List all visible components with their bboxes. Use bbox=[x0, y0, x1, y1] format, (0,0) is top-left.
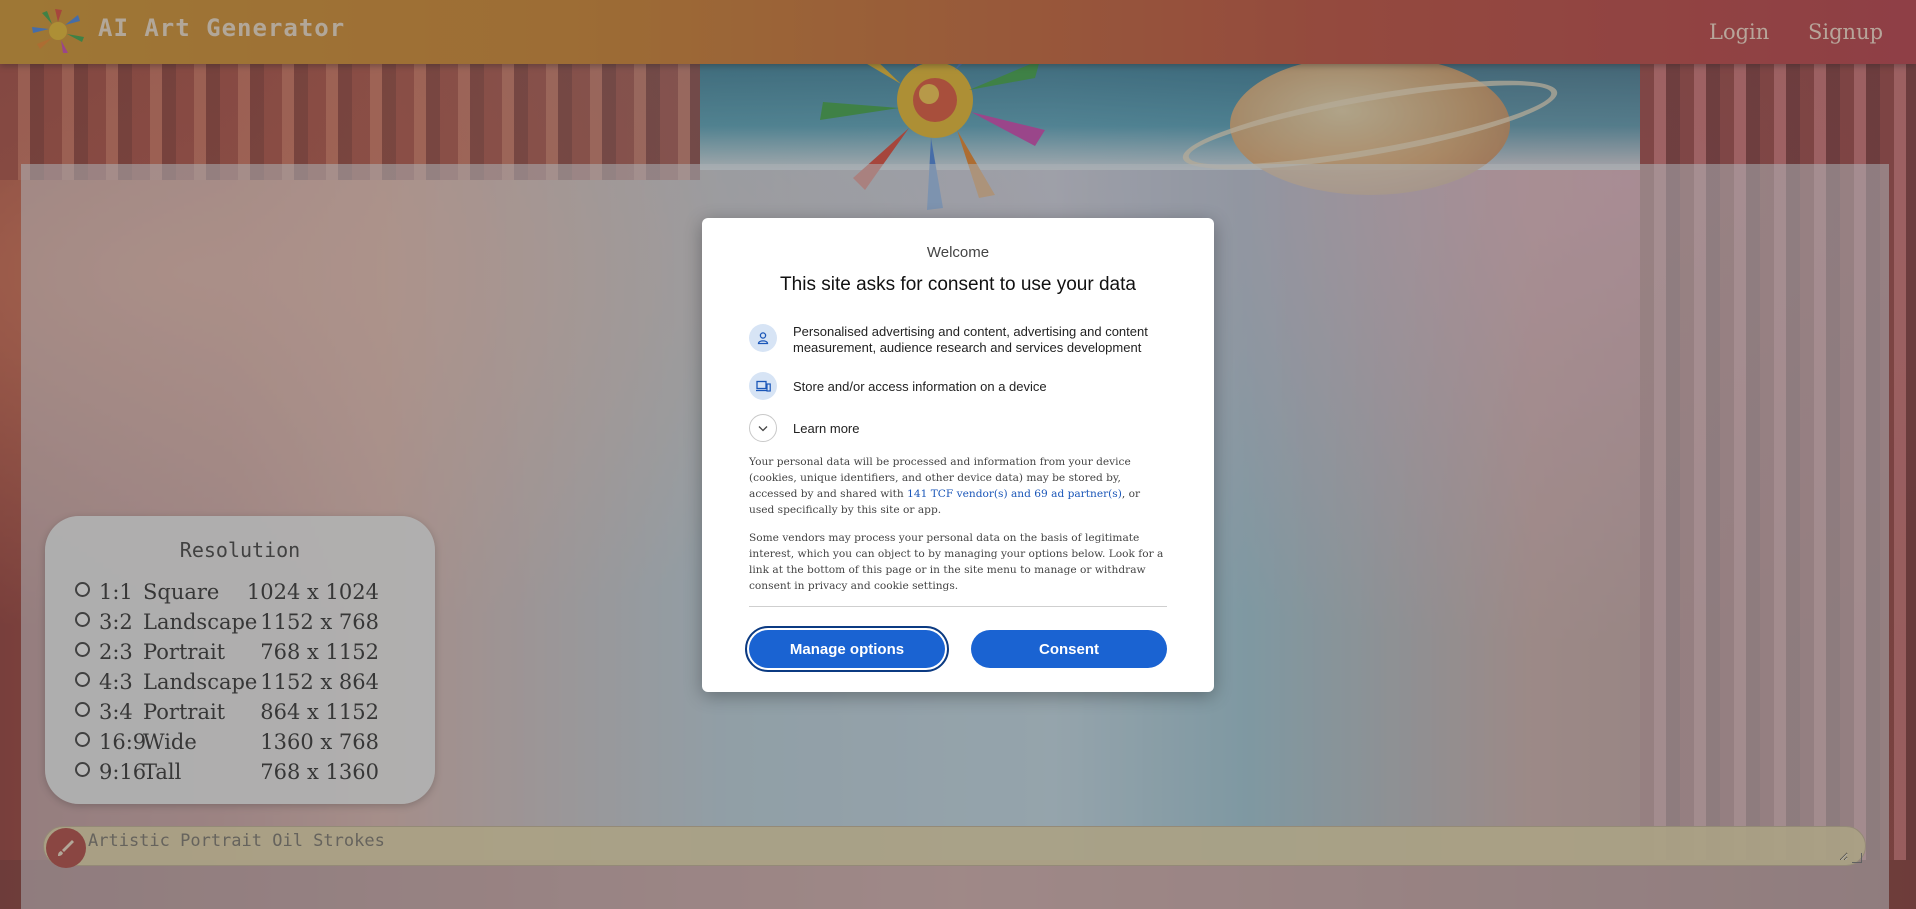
learn-more-toggle[interactable]: Learn more bbox=[749, 414, 1169, 442]
dialog-divider bbox=[749, 606, 1167, 607]
purpose-item-storage: Store and/or access information on a dev… bbox=[749, 372, 1169, 400]
purpose-item-advertising: Personalised advertising and content, ad… bbox=[749, 324, 1169, 358]
data-processing-paragraph: Your personal data will be processed and… bbox=[749, 454, 1167, 518]
person-icon bbox=[749, 324, 777, 352]
consent-dialog: Welcome This site asks for consent to us… bbox=[702, 218, 1214, 692]
purpose-text: Store and/or access information on a dev… bbox=[793, 379, 1047, 394]
devices-icon bbox=[749, 372, 777, 400]
legitimate-interest-paragraph: Some vendors may process your personal d… bbox=[749, 532, 1164, 592]
learn-more-label[interactable]: Learn more bbox=[793, 421, 1173, 437]
vendors-link[interactable]: 141 TCF vendor(s) and 69 ad partner(s) bbox=[907, 488, 1122, 500]
chevron-down-icon[interactable] bbox=[749, 414, 777, 442]
dialog-heading: This site asks for consent to use your d… bbox=[780, 274, 1136, 295]
purpose-text: Personalised advertising and content, ad… bbox=[793, 324, 1148, 355]
manage-options-button[interactable]: Manage options bbox=[745, 626, 949, 672]
consent-button[interactable]: Consent bbox=[971, 630, 1167, 668]
dialog-welcome: Welcome bbox=[926, 244, 990, 261]
